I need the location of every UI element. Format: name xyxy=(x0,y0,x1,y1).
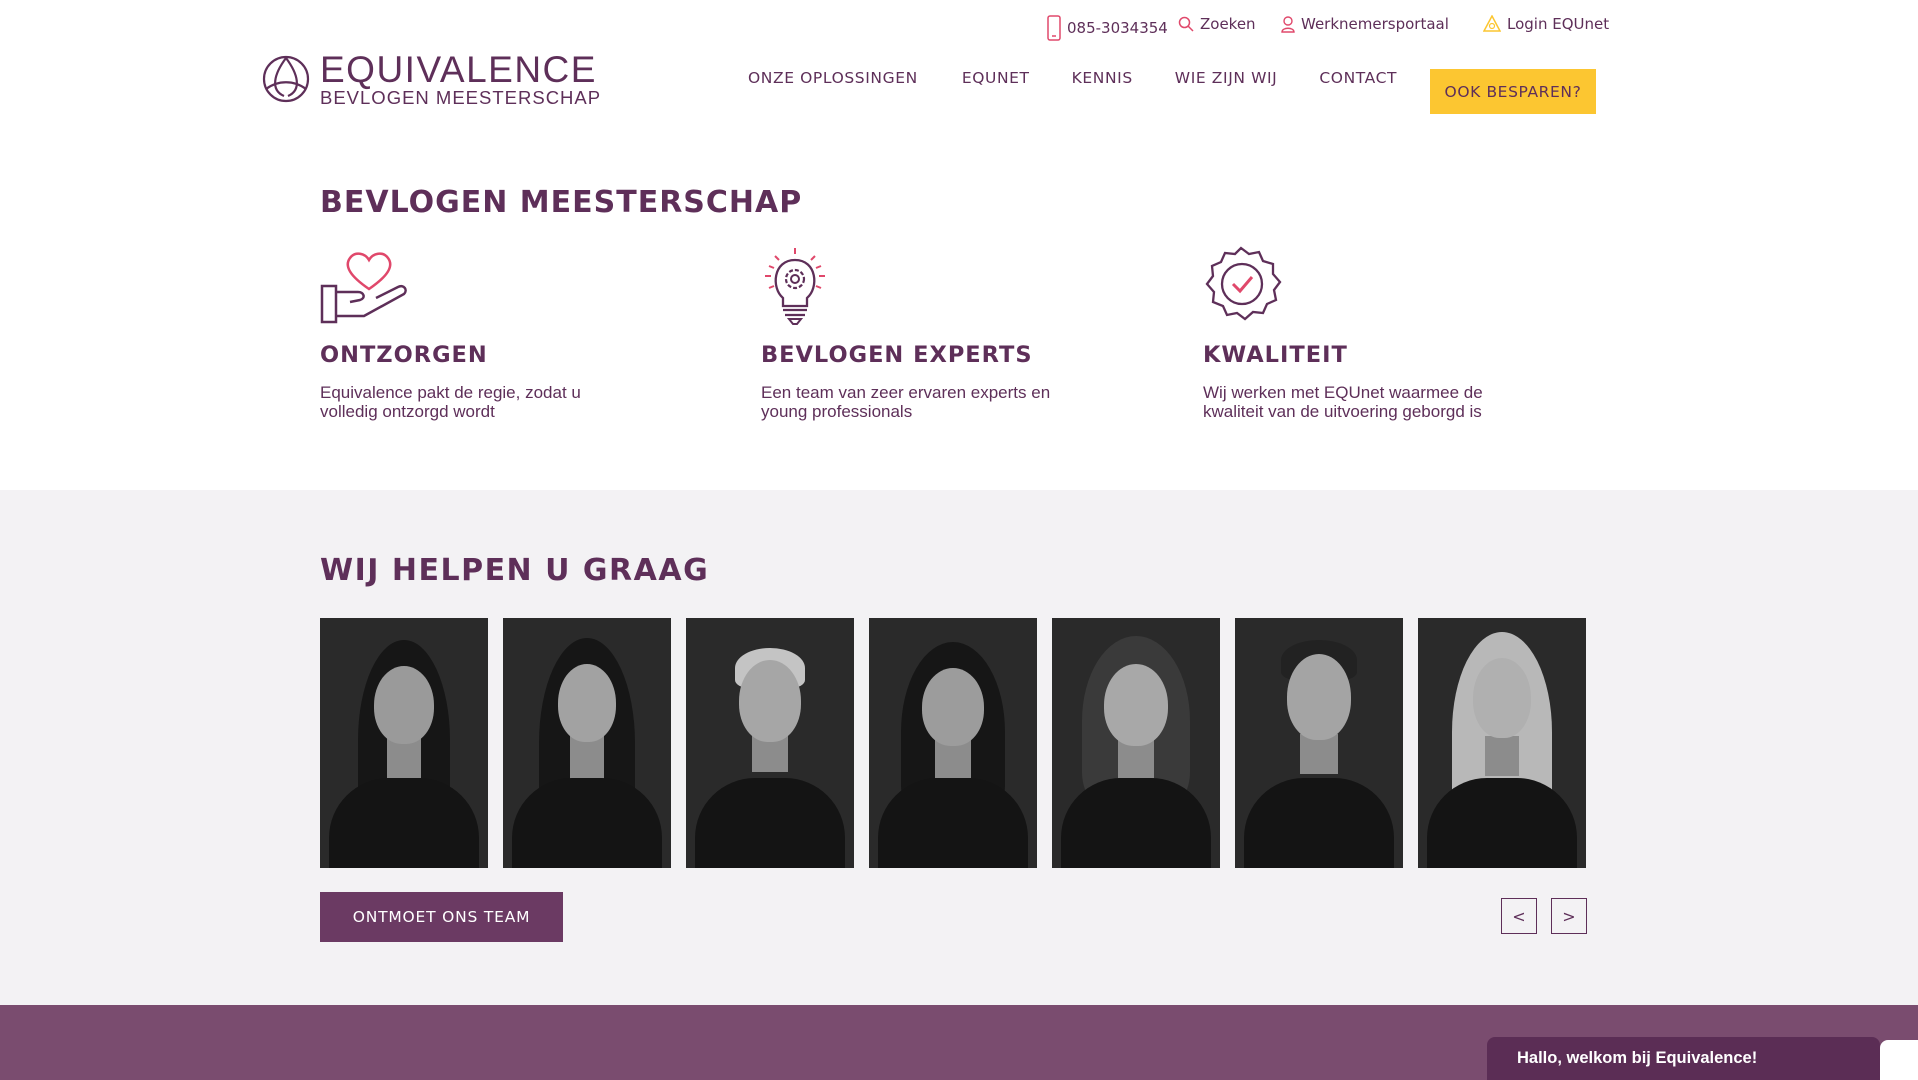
section-title-helpen: WIJ HELPEN U GRAAG xyxy=(320,553,710,588)
chat-widget-corner xyxy=(1880,1040,1918,1080)
feature-text: Equivalence pakt de regie, zodat u volle… xyxy=(320,383,581,421)
nav-item-wie-zijn-wij[interactable]: WIE ZIJN WIJ xyxy=(1175,69,1278,87)
team-section: WIJ HELPEN U GRAAG ONTMOET ONS TEAM < > xyxy=(0,490,1918,1005)
face xyxy=(1473,658,1531,738)
neck xyxy=(387,738,421,778)
team-carousel xyxy=(320,618,1586,868)
torso xyxy=(695,778,845,868)
user-icon xyxy=(1281,15,1295,33)
chat-widget[interactable]: Hallo, welkom bij Equivalence! xyxy=(1487,1037,1880,1080)
logo-tagline: BEVLOGEN MEESTERSCHAP xyxy=(320,87,602,108)
team-member-photo[interactable] xyxy=(503,618,671,868)
team-member-photo[interactable] xyxy=(1235,618,1403,868)
torso xyxy=(1427,778,1577,868)
neck xyxy=(570,736,604,780)
meet-team-button[interactable]: ONTMOET ONS TEAM xyxy=(320,892,563,942)
phone-number: 085-3034354 xyxy=(1067,19,1168,37)
torso xyxy=(512,778,662,868)
feature-title: BEVLOGEN EXPERTS xyxy=(761,342,1033,368)
torso xyxy=(1244,778,1394,868)
quality-badge-icon xyxy=(1203,246,1583,326)
search-link[interactable]: Zoeken xyxy=(1178,15,1256,33)
face xyxy=(922,668,984,746)
section-title-bevlogen: BEVLOGEN MEESTERSCHAP xyxy=(320,185,803,220)
feature-bevlogen-experts: BEVLOGEN EXPERTS Een team van zeer ervar… xyxy=(761,246,1141,421)
main-nav: ONZE OPLOSSINGEN EQUNET KENNIS WIE ZIJN … xyxy=(728,69,1439,87)
carousel-prev-button[interactable]: < xyxy=(1501,898,1537,934)
team-member-photo[interactable] xyxy=(1052,618,1220,868)
triquetra-logo-icon xyxy=(260,52,312,108)
phone-icon xyxy=(1047,15,1061,41)
nav-item-contact[interactable]: CONTACT xyxy=(1319,69,1397,87)
logo-name: EQUIVALENCE xyxy=(320,49,597,90)
torso xyxy=(1061,778,1211,868)
torso xyxy=(329,778,479,868)
ook-besparen-button[interactable]: OOK BESPAREN? xyxy=(1430,69,1596,114)
login-label: Login EQUnet xyxy=(1507,15,1610,33)
neck xyxy=(1300,734,1338,774)
feature-title: ONTZORGEN xyxy=(320,342,488,368)
portal-link[interactable]: Werknemersportaal xyxy=(1281,15,1449,33)
face xyxy=(374,666,434,744)
nav-item-oplossingen[interactable]: ONZE OPLOSSINGEN xyxy=(748,69,918,87)
face xyxy=(739,660,801,742)
login-link[interactable]: Login EQUnet xyxy=(1483,15,1609,33)
feature-text: Wij werken met EQUnet waarmee de kwalite… xyxy=(1203,383,1483,421)
logo[interactable]: EQUIVALENCE BEVLOGEN MEESTERSCHAP xyxy=(260,49,602,108)
team-member-photo[interactable] xyxy=(686,618,854,868)
torso xyxy=(878,778,1028,868)
feature-kwaliteit: KWALITEIT Wij werken met EQUnet waarmee … xyxy=(1203,246,1583,421)
feature-text: Een team van zeer ervaren experts en you… xyxy=(761,383,1051,421)
feature-title: KWALITEIT xyxy=(1203,342,1348,368)
portal-label: Werknemersportaal xyxy=(1301,15,1449,33)
lightbulb-gear-icon xyxy=(761,246,1141,326)
feature-ontzorgen: ONTZORGEN Equivalence pakt de regie, zod… xyxy=(320,246,700,421)
search-label: Zoeken xyxy=(1200,15,1256,33)
face xyxy=(1287,654,1351,740)
search-icon xyxy=(1178,16,1194,32)
carousel-next-button[interactable]: > xyxy=(1551,898,1587,934)
top-utility-bar: 085-3034354 Zoeken Werknemersportaal Log… xyxy=(0,0,1918,55)
neck xyxy=(1485,736,1519,776)
team-member-photo[interactable] xyxy=(1418,618,1586,868)
nav-item-equnet[interactable]: EQUNET xyxy=(962,69,1030,87)
face xyxy=(1104,664,1168,746)
team-member-photo[interactable] xyxy=(320,618,488,868)
face xyxy=(558,664,616,742)
heart-hand-icon xyxy=(320,246,700,326)
nav-item-kennis[interactable]: KENNIS xyxy=(1072,69,1133,87)
login-icon xyxy=(1483,15,1501,33)
phone-link[interactable]: 085-3034354 xyxy=(1047,15,1168,41)
team-member-photo[interactable] xyxy=(869,618,1037,868)
